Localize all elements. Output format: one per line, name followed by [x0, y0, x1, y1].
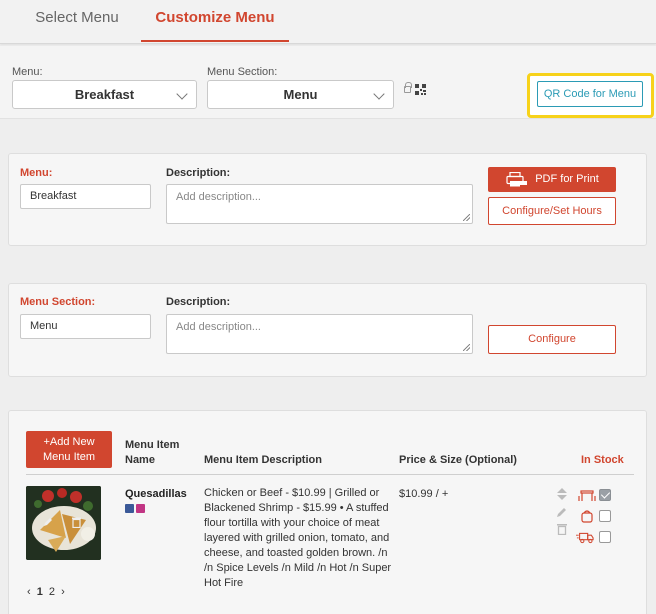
add-new-menu-item-button[interactable]: +Add New Menu Item: [26, 431, 112, 468]
stock-delivery-checkbox[interactable]: [599, 531, 611, 543]
tab-select-menu[interactable]: Select Menu: [14, 0, 140, 42]
column-header-name: Menu Item Name: [125, 438, 179, 468]
header-name-line2: Name: [125, 454, 155, 466]
printer-icon: [506, 172, 527, 187]
stock-dine-in-checkbox[interactable]: [599, 489, 611, 501]
menu-select-value: Breakfast: [74, 87, 135, 102]
section-description-input[interactable]: Add description...: [166, 314, 473, 354]
add-button-line1: +Add New: [43, 436, 95, 448]
takeout-bag-icon: [581, 510, 593, 523]
dine-in-icon: [578, 490, 596, 501]
menu-description-input[interactable]: Add description...: [166, 184, 473, 224]
tab-bar: Select Menu Customize Menu: [0, 0, 656, 44]
chevron-down-icon: [373, 88, 385, 100]
section-select-value: Menu: [283, 87, 318, 102]
column-header-description: Menu Item Description: [204, 454, 322, 466]
section-configure-button[interactable]: Configure: [488, 325, 616, 354]
table-divider: [26, 474, 634, 475]
menu-description-placeholder: Add description...: [176, 191, 261, 203]
item-price[interactable]: $10.99 / +: [399, 488, 448, 500]
menu-select[interactable]: Breakfast: [12, 80, 197, 109]
pdf-for-print-button[interactable]: PDF for Print: [488, 167, 616, 192]
lock-icon[interactable]: [404, 82, 412, 93]
qr-code-for-menu-button[interactable]: QR Code for Menu: [537, 81, 643, 107]
section-description-placeholder: Add description...: [176, 321, 261, 333]
delivery-truck-icon: [576, 532, 594, 544]
section-name-label: Menu Section:: [20, 296, 96, 308]
pagination-page-1[interactable]: 1: [37, 586, 43, 598]
section-description-label: Description:: [166, 296, 231, 308]
item-name[interactable]: Quesadillas: [125, 488, 187, 500]
instagram-icon[interactable]: [136, 504, 145, 513]
pagination-page-2[interactable]: 2: [49, 586, 55, 598]
menu-select-label: Menu:: [12, 66, 43, 78]
item-photo[interactable]: [26, 486, 101, 560]
pagination: ‹ 1 2 ›: [27, 586, 68, 598]
configure-set-hours-button[interactable]: Configure/Set Hours: [488, 197, 616, 225]
tab-customize-menu[interactable]: Customize Menu: [141, 0, 289, 42]
edit-icon[interactable]: [556, 506, 568, 518]
menu-name-label: Menu:: [20, 167, 53, 179]
pagination-next[interactable]: ›: [61, 586, 65, 598]
menu-name-input[interactable]: Breakfast: [20, 184, 151, 209]
add-button-line2: Menu Item: [43, 451, 95, 463]
column-header-price: Price & Size (Optional): [399, 454, 517, 466]
section-name-input[interactable]: Menu: [20, 314, 151, 339]
chevron-down-icon: [176, 88, 188, 100]
stock-takeout-checkbox[interactable]: [599, 510, 611, 522]
item-description[interactable]: Chicken or Beef - $10.99 | Grilled or Bl…: [204, 486, 394, 591]
section-select-label: Menu Section:: [207, 66, 278, 78]
trash-icon[interactable]: [556, 523, 568, 535]
pdf-button-label: PDF for Print: [535, 173, 599, 185]
facebook-icon[interactable]: [125, 504, 134, 513]
section-select[interactable]: Menu: [207, 80, 394, 109]
delete-photo-icon[interactable]: [71, 516, 82, 528]
resize-handle-icon[interactable]: [463, 344, 470, 351]
reorder-icon[interactable]: [556, 488, 568, 500]
column-header-in-stock: In Stock: [581, 454, 624, 466]
resize-handle-icon[interactable]: [463, 214, 470, 221]
menu-description-label: Description:: [166, 167, 231, 179]
header-name-line1: Menu Item: [125, 439, 180, 451]
quesadilla-photo: [26, 486, 101, 560]
qr-code-icon[interactable]: [415, 84, 426, 95]
edit-photo-icon[interactable]: [42, 516, 54, 528]
pagination-prev[interactable]: ‹: [27, 586, 31, 598]
